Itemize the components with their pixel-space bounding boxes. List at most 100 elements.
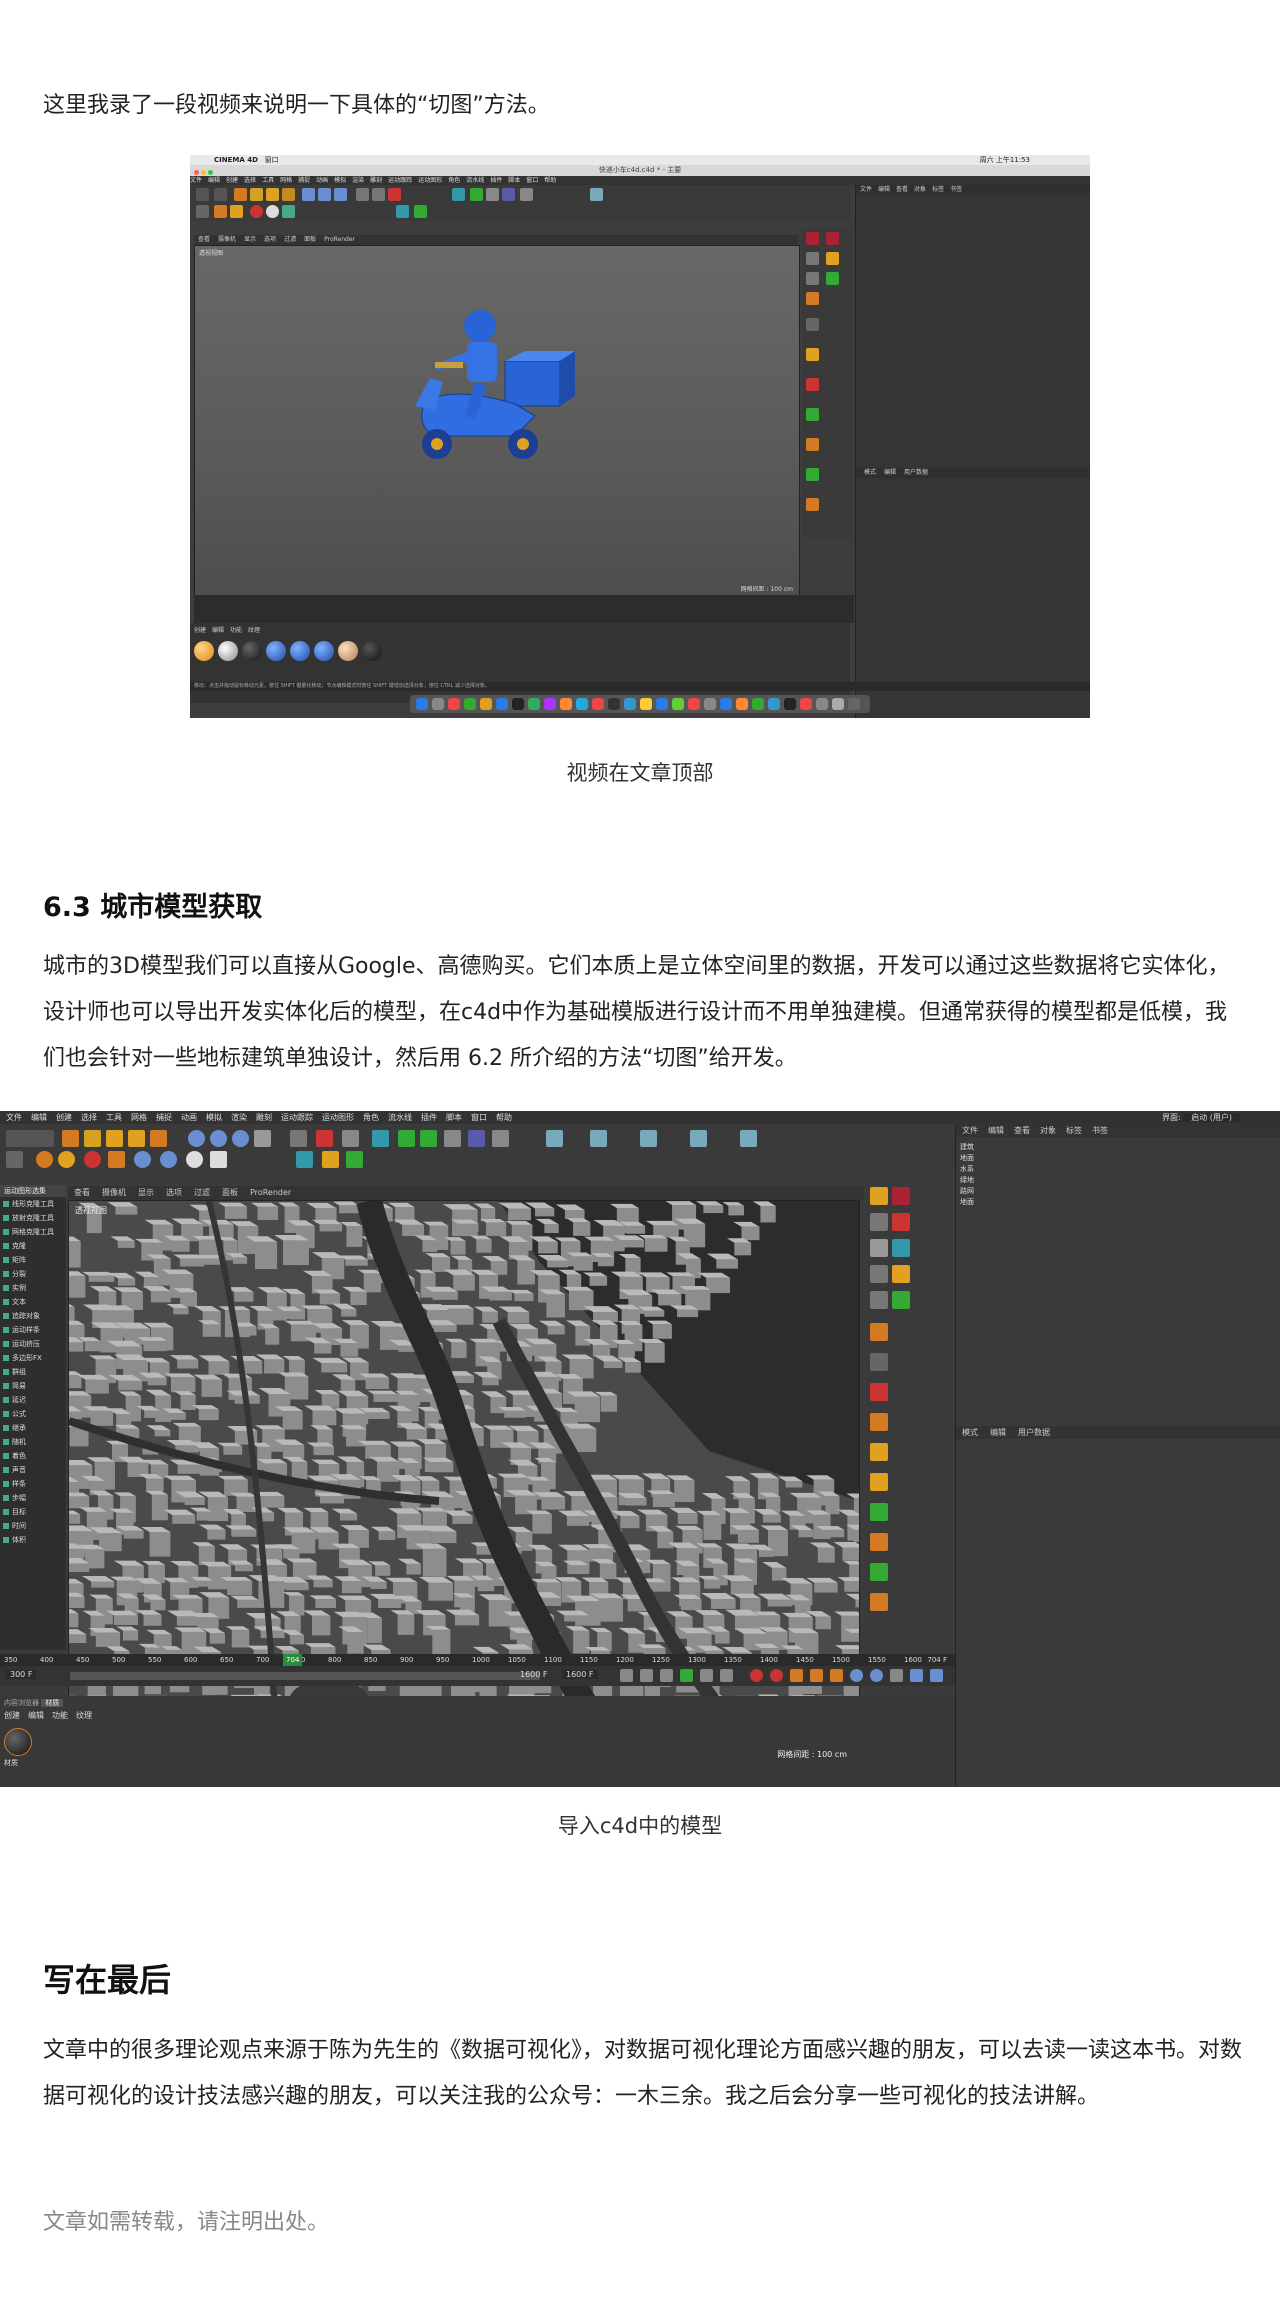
viewport-tab[interactable]: ProRender: [250, 1188, 291, 1197]
panel-tab[interactable]: 编辑: [988, 1126, 1004, 1135]
menu-item[interactable]: 捕捉: [156, 1113, 172, 1122]
viewport-tab[interactable]: 摄像机: [102, 1188, 126, 1197]
material-tab[interactable]: 创建: [4, 1711, 20, 1720]
menu-item[interactable]: 脚本: [446, 1113, 462, 1122]
attr-tab[interactable]: 用户数据: [904, 469, 928, 476]
menu-item[interactable]: 选择: [244, 177, 256, 184]
panel-tab[interactable]: 文件: [962, 1126, 978, 1135]
mograph-item[interactable]: 矩阵: [0, 1253, 66, 1267]
panel-tab[interactable]: 书签: [1092, 1126, 1108, 1135]
mograph-item[interactable]: 简易: [0, 1379, 66, 1393]
mograph-item[interactable]: 继承: [0, 1421, 66, 1435]
object-row[interactable]: 建筑: [960, 1142, 974, 1153]
panel-tab[interactable]: 查看: [1014, 1126, 1030, 1135]
menu-item[interactable]: 捕捉: [298, 177, 310, 184]
mograph-item[interactable]: 时间: [0, 1519, 66, 1533]
material-tab[interactable]: 材质: [41, 1699, 64, 1707]
mograph-item[interactable]: 着色: [0, 1449, 66, 1463]
menu-item[interactable]: 帮助: [496, 1113, 512, 1122]
material-ball[interactable]: [4, 1728, 32, 1756]
mograph-item[interactable]: 延迟: [0, 1393, 66, 1407]
mograph-item[interactable]: 多边形FX: [0, 1351, 66, 1365]
mograph-item[interactable]: 目标: [0, 1505, 66, 1519]
mograph-item[interactable]: 步幅: [0, 1491, 66, 1505]
menu-item[interactable]: 工具: [262, 177, 274, 184]
menu-item[interactable]: 角色: [448, 177, 460, 184]
viewport-tab[interactable]: 面板: [304, 236, 316, 243]
panel-tab[interactable]: 查看: [896, 186, 908, 193]
mograph-item[interactable]: 克隆: [0, 1239, 66, 1253]
material-tab[interactable]: 创建: [194, 627, 206, 634]
menu-item[interactable]: 编辑: [208, 177, 220, 184]
mograph-item[interactable]: 文本: [0, 1295, 66, 1309]
current-frame-marker[interactable]: 704: [283, 1654, 303, 1666]
menu-item[interactable]: 创建: [226, 177, 238, 184]
mograph-item[interactable]: 分裂: [0, 1267, 66, 1281]
mograph-item[interactable]: 放射克隆工具: [0, 1211, 66, 1225]
menu-item[interactable]: 插件: [490, 177, 502, 184]
object-row[interactable]: 地面: [960, 1197, 974, 1208]
scooter-model[interactable]: [395, 306, 585, 476]
viewport-tab[interactable]: 过滤: [194, 1188, 210, 1197]
timeline-ruler[interactable]: 3504004505005506006507007508008509009501…: [0, 1654, 955, 1666]
mograph-item[interactable]: 线形克隆工具: [0, 1197, 66, 1211]
viewport-tab[interactable]: 过滤: [284, 236, 296, 243]
panel-tab[interactable]: 标签: [932, 186, 944, 193]
start-frame-field[interactable]: 300 F: [6, 1670, 37, 1679]
timeline[interactable]: [194, 595, 854, 623]
menu-item[interactable]: 雕刻: [370, 177, 382, 184]
menu-item[interactable]: 文件: [190, 177, 202, 184]
object-row[interactable]: 绿地: [960, 1175, 974, 1186]
menu-item[interactable]: 模拟: [206, 1113, 222, 1122]
material-tab[interactable]: 编辑: [212, 627, 224, 634]
material-tab[interactable]: 纹理: [248, 627, 260, 634]
viewport-tab[interactable]: ProRender: [324, 236, 355, 243]
object-row[interactable]: 路网: [960, 1186, 974, 1197]
menu-item[interactable]: 运动跟踪: [281, 1113, 313, 1122]
panel-tab[interactable]: 对象: [914, 186, 926, 193]
material-tab[interactable]: 编辑: [28, 1711, 44, 1720]
viewport-tab[interactable]: 显示: [244, 236, 256, 243]
mograph-item[interactable]: 体积: [0, 1533, 66, 1547]
max-frame-field[interactable]: 1600 F: [520, 1670, 548, 1679]
interface-select[interactable]: 启动 (用户): [1183, 1113, 1240, 1122]
mograph-item[interactable]: 公式: [0, 1407, 66, 1421]
mograph-item[interactable]: 群组: [0, 1365, 66, 1379]
viewport-tab[interactable]: 查看: [74, 1188, 90, 1197]
mograph-item[interactable]: 声音: [0, 1463, 66, 1477]
attr-tab[interactable]: 编辑: [990, 1428, 1006, 1437]
menu-item[interactable]: 动画: [316, 177, 328, 184]
panel-tab[interactable]: 对象: [1040, 1126, 1056, 1135]
attr-tab[interactable]: 模式: [864, 469, 876, 476]
panel-tab[interactable]: 文件: [860, 186, 872, 193]
mograph-item[interactable]: 实例: [0, 1281, 66, 1295]
menu-item[interactable]: 插件: [421, 1113, 437, 1122]
menu-item[interactable]: 渲染: [231, 1113, 247, 1122]
mograph-item[interactable]: 样条: [0, 1477, 66, 1491]
menu-item[interactable]: 动画: [181, 1113, 197, 1122]
object-row[interactable]: 水系: [960, 1164, 974, 1175]
viewport-tab[interactable]: 面板: [222, 1188, 238, 1197]
mograph-item[interactable]: 随机: [0, 1435, 66, 1449]
attr-tab[interactable]: 模式: [962, 1428, 978, 1437]
object-row[interactable]: 地面: [960, 1153, 974, 1164]
menu-item[interactable]: 模拟: [334, 177, 346, 184]
attr-tab[interactable]: 编辑: [884, 469, 896, 476]
menu-item[interactable]: 窗口: [471, 1113, 487, 1122]
viewport-tab[interactable]: 摄像机: [218, 236, 236, 243]
panel-tab[interactable]: 编辑: [878, 186, 890, 193]
menu-item[interactable]: 运动图形: [418, 177, 442, 184]
viewport-tab[interactable]: 选项: [166, 1188, 182, 1197]
menu-item[interactable]: 工具: [106, 1113, 122, 1122]
mograph-item[interactable]: 网格克隆工具: [0, 1225, 66, 1239]
menu-item[interactable]: 渲染: [352, 177, 364, 184]
max-frame-field-2[interactable]: 1600 F: [562, 1670, 598, 1679]
viewport[interactable]: 透视视图 网格间距 : 100 cm: [194, 245, 800, 597]
mograph-item[interactable]: 追踪对象: [0, 1309, 66, 1323]
viewport-tab[interactable]: 选项: [264, 236, 276, 243]
menu-item[interactable]: 创建: [56, 1113, 72, 1122]
menu-item[interactable]: 流水线: [466, 177, 484, 184]
menu-item[interactable]: 帮助: [544, 177, 556, 184]
menu-item[interactable]: 角色: [363, 1113, 379, 1122]
menu-item[interactable]: 脚本: [508, 177, 520, 184]
